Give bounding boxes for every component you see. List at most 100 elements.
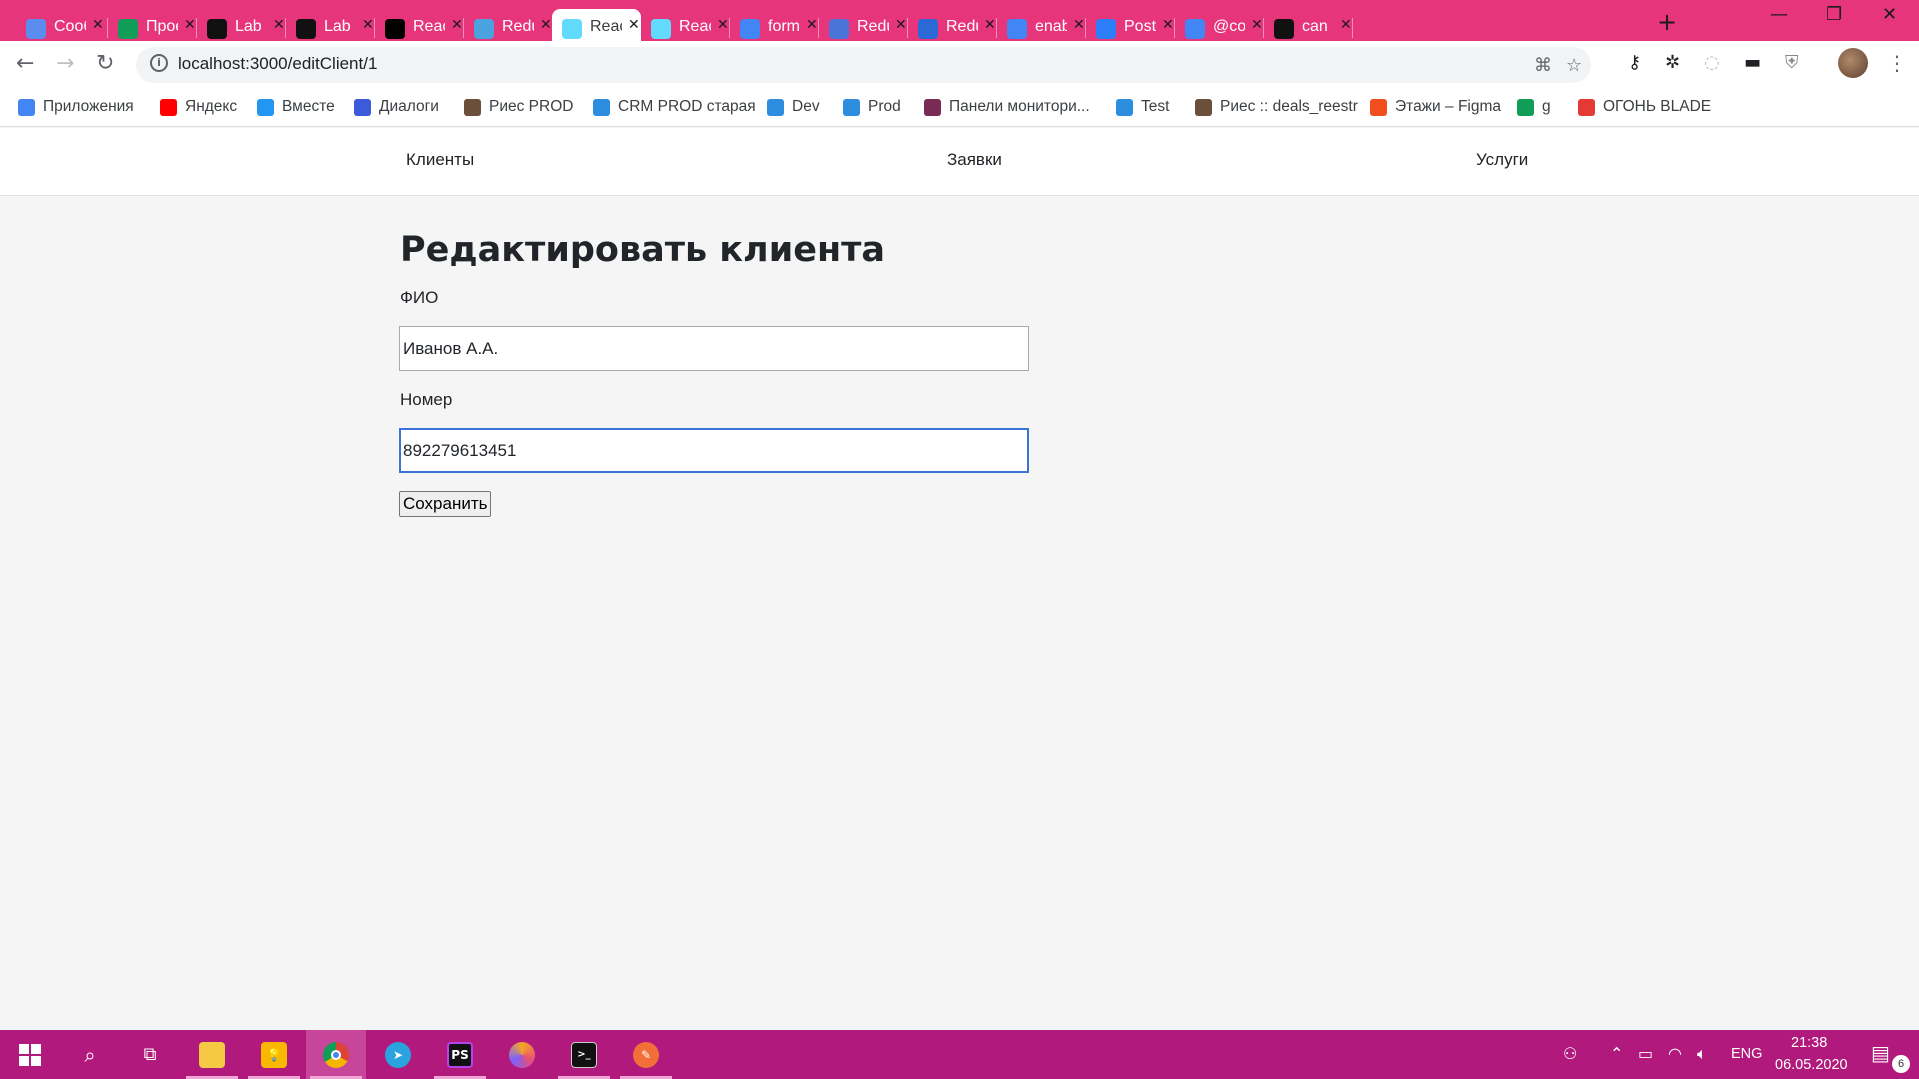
bookmark-item[interactable]: Этажи – Figma [1370, 94, 1501, 120]
name-field[interactable] [399, 326, 1029, 371]
bookmark-item[interactable]: ОГОНЬ BLADE [1578, 94, 1711, 120]
close-tab-icon[interactable]: ✕ [628, 17, 640, 33]
close-tab-icon[interactable]: ✕ [806, 17, 818, 33]
terminal-extension-icon[interactable]: ▬ [1744, 52, 1761, 73]
taskbar-telegram[interactable]: ➤ [368, 1030, 428, 1079]
restore-window-button[interactable]: ❐ [1826, 4, 1842, 25]
close-tab-icon[interactable]: ✕ [362, 17, 374, 33]
clock-date[interactable]: 06.05.2020 [1775, 1057, 1848, 1073]
battery-icon[interactable]: ▭ [1638, 1044, 1653, 1063]
browser-tab-title: Post [1124, 18, 1156, 35]
close-tab-icon[interactable]: ✕ [1340, 17, 1352, 33]
extension-icon[interactable]: ◌ [1704, 52, 1720, 73]
browser-tab[interactable]: Lab ✕ [197, 9, 286, 41]
back-icon[interactable]: ← [16, 51, 34, 76]
people-icon[interactable]: ⚇ [1563, 1044, 1577, 1063]
chat-icon [354, 98, 371, 116]
taskbar-sublime[interactable]: ✎ [616, 1030, 676, 1079]
site-info-icon[interactable]: i [150, 54, 168, 72]
redux-devtools-icon[interactable]: ✲ [1665, 52, 1680, 73]
shield-extension-icon[interactable]: ⛨ [1785, 52, 1799, 73]
browser-tab[interactable]: can ✕ [1264, 9, 1353, 41]
browser-menu-icon[interactable]: ⋮ [1887, 51, 1907, 75]
bookmark-item[interactable]: CRM PROD старая [593, 94, 756, 120]
search-button[interactable]: ⌕ [60, 1030, 120, 1079]
browser-tab[interactable]: React ✕ [375, 9, 464, 41]
browser-tab[interactable]: React ✕ [552, 9, 641, 41]
phone-field[interactable] [399, 428, 1029, 473]
browser-tab[interactable]: Lab ✕ [286, 9, 375, 41]
close-tab-icon[interactable]: ✕ [273, 17, 285, 33]
browser-tab[interactable]: form ✕ [730, 9, 819, 41]
close-tab-icon[interactable]: ✕ [895, 17, 907, 33]
forward-icon[interactable]: → [56, 51, 74, 76]
taskbar-app[interactable] [492, 1030, 552, 1079]
address-bar[interactable]: i localhost:3000/editClient/1 ⌘ ☆ [136, 47, 1591, 83]
browser-tab[interactable]: @co ✕ [1175, 9, 1264, 41]
close-tab-icon[interactable]: ✕ [1162, 17, 1174, 33]
url-text[interactable]: localhost:3000/editClient/1 [178, 54, 377, 74]
close-tab-icon[interactable]: ✕ [1251, 17, 1263, 33]
taskbar-keep[interactable]: 💡 [244, 1030, 304, 1079]
browser-tab[interactable]: Redux ✕ [464, 9, 553, 41]
bookmark-item[interactable]: Вместе [257, 94, 335, 120]
close-tab-icon[interactable]: ✕ [1073, 17, 1085, 33]
taskbar-phpstorm[interactable]: PS [430, 1030, 490, 1079]
start-button[interactable] [0, 1030, 60, 1079]
close-tab-icon[interactable]: ✕ [984, 17, 996, 33]
compass-icon: ✎ [633, 1041, 659, 1068]
lab-icon [296, 19, 316, 39]
task-view-button[interactable]: ⧉ [120, 1030, 180, 1079]
bookmark-item[interactable]: g [1517, 94, 1551, 120]
bookmark-item[interactable]: Prod [843, 94, 901, 120]
bookmark-item[interactable]: Test [1116, 94, 1169, 120]
close-tab-icon[interactable]: ✕ [184, 17, 196, 33]
clock-time[interactable]: 21:38 [1791, 1035, 1827, 1051]
close-tab-icon[interactable]: ✕ [717, 17, 729, 33]
close-window-button[interactable]: ✕ [1882, 4, 1897, 25]
ries-icon [464, 98, 481, 116]
wifi-icon[interactable]: ◠ [1668, 1044, 1682, 1063]
browser-tab[interactable]: Сообщения ✕ [0, 9, 108, 41]
bookmark-item[interactable]: Яндекс [160, 94, 237, 120]
browser-tab[interactable]: Redux ✕ [819, 9, 908, 41]
bookmark-item[interactable]: Dev [767, 94, 820, 120]
volume-icon[interactable]: 🔈︎ [1697, 1044, 1707, 1064]
bookmark-item[interactable]: Риес PROD [464, 94, 573, 120]
yandex-icon [160, 98, 177, 116]
browser-tab-title: Lab [235, 18, 262, 35]
profile-avatar[interactable] [1838, 48, 1868, 78]
save-button[interactable]: Сохранить [399, 491, 492, 517]
nav-link-clients[interactable]: Клиенты [406, 150, 474, 170]
key-extension-icon[interactable]: ⚷ [1628, 52, 1641, 73]
browser-tab[interactable]: Post ✕ [1086, 9, 1175, 41]
browser-tab-title: Redux [502, 18, 534, 35]
bookmark-star-icon[interactable]: ☆ [1566, 55, 1582, 76]
notifications-icon[interactable]: ▤ [1871, 1041, 1890, 1065]
translate-icon[interactable]: ⌘ [1534, 55, 1552, 76]
nav-link-services[interactable]: Услуги [1476, 150, 1528, 170]
browser-tab[interactable]: enable ✕ [997, 9, 1086, 41]
bookmark-item[interactable]: Приложения [18, 94, 134, 120]
taskbar-terminal[interactable]: >_ [554, 1030, 614, 1079]
medium-icon [385, 19, 405, 39]
close-tab-icon[interactable]: ✕ [92, 17, 104, 33]
reload-icon[interactable]: ↻ [96, 51, 114, 76]
chevron-up-icon[interactable]: ⌃ [1610, 1044, 1623, 1063]
taskbar-explorer[interactable] [182, 1030, 242, 1079]
minimize-window-button[interactable]: — [1770, 4, 1788, 25]
bookmark-label: Вместе [282, 98, 335, 115]
close-tab-icon[interactable]: ✕ [451, 17, 463, 33]
bookmark-item[interactable]: Панели монитори... [924, 94, 1090, 120]
bookmark-item[interactable]: Диалоги [354, 94, 439, 120]
new-tab-button[interactable]: + [1657, 8, 1677, 36]
browser-tab[interactable]: Redux ✕ [908, 9, 997, 41]
bookmark-item[interactable]: Риес :: deals_reestr [1195, 94, 1358, 120]
close-tab-icon[interactable]: ✕ [540, 17, 552, 33]
browser-tab[interactable]: React ✕ [641, 9, 730, 41]
nav-link-requests[interactable]: Заявки [947, 150, 1002, 170]
language-indicator[interactable]: ENG [1731, 1046, 1762, 1062]
taskbar-chrome[interactable] [306, 1030, 366, 1079]
browser-tab[interactable]: Проекты ✕ [108, 9, 197, 41]
react-icon [562, 19, 582, 39]
